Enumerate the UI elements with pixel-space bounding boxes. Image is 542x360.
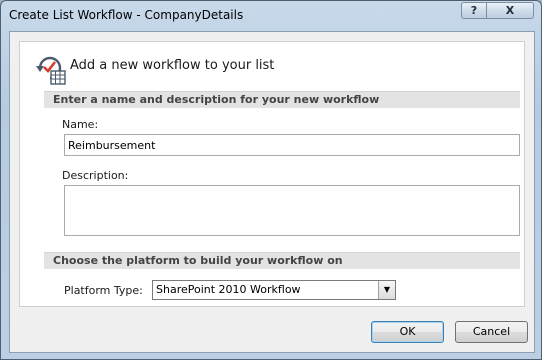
name-label: Name: — [62, 118, 99, 131]
workflow-form-panel: Add a new workflow to your list Enter a … — [19, 41, 525, 307]
platform-type-label: Platform Type: — [64, 284, 143, 297]
ok-button[interactable]: OK — [371, 321, 444, 343]
help-icon: ? — [470, 4, 478, 17]
description-label: Description: — [62, 169, 129, 182]
name-input[interactable] — [64, 134, 520, 156]
dialog-heading: Add a new workflow to your list — [70, 58, 275, 73]
create-list-workflow-dialog: Create List Workflow - CompanyDetails ? … — [0, 0, 542, 360]
section-platform: Choose the platform to build your workfl… — [44, 252, 520, 269]
title-bar[interactable]: Create List Workflow - CompanyDetails ? … — [1, 1, 541, 31]
workflow-icon — [36, 56, 66, 85]
dialog-body: Add a new workflow to your list Enter a … — [9, 31, 535, 353]
section-name-description: Enter a name and description for your ne… — [44, 91, 520, 108]
close-button[interactable]: X — [487, 2, 534, 19]
cancel-button[interactable]: Cancel — [455, 321, 528, 343]
description-input[interactable] — [64, 185, 520, 236]
platform-type-value: SharePoint 2010 Workflow — [156, 283, 301, 296]
platform-type-select[interactable]: SharePoint 2010 Workflow ▼ — [152, 280, 396, 300]
close-icon: X — [505, 4, 515, 17]
window-title: Create List Workflow - CompanyDetails — [9, 8, 244, 22]
chevron-down-icon[interactable]: ▼ — [378, 281, 395, 299]
help-button[interactable]: ? — [461, 2, 487, 19]
